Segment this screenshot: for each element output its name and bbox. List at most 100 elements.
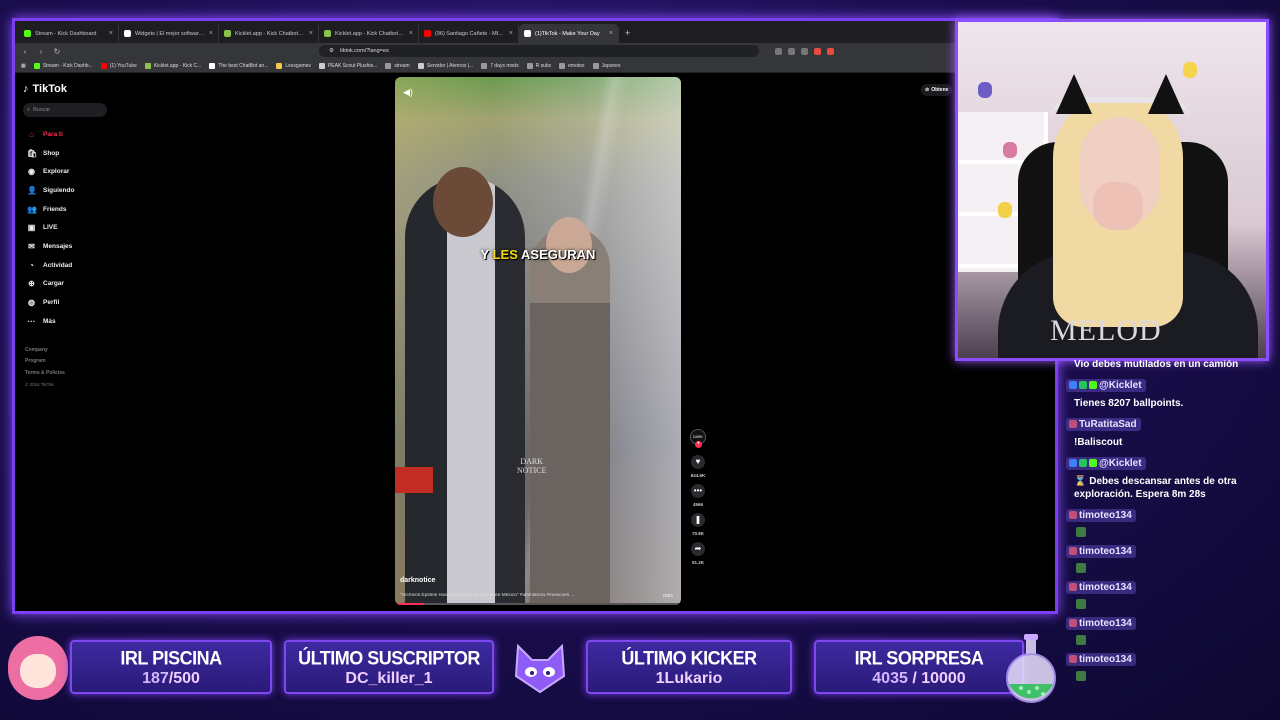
footer-link[interactable]: Company xyxy=(25,345,119,357)
last-kicker-widget: ÚLTIMO KICKER 1Lukario xyxy=(586,640,792,694)
nav-item-shop[interactable]: 🛍 Shop xyxy=(23,144,119,163)
bookmark-item[interactable]: Kicklet.app - Kick C... xyxy=(144,62,201,69)
footer-link[interactable]: Program xyxy=(25,356,119,368)
chat-user[interactable]: TuRatitaSad xyxy=(1066,417,1141,431)
bookmark-item[interactable]: Servidor | Aternos |... xyxy=(417,62,474,69)
extension-icon[interactable] xyxy=(814,47,821,55)
comment-icon[interactable]: ••• xyxy=(691,484,705,498)
browser-tab[interactable]: Stream - Kick Dashboard × xyxy=(19,24,119,43)
chat-emote-icon xyxy=(1076,563,1086,573)
bookmark-label: Servidor | Aternos |... xyxy=(426,62,474,69)
extension-icon[interactable] xyxy=(788,47,795,55)
heart-action[interactable]: ♥ 644.6K xyxy=(687,455,709,478)
bookmark-favicon-icon xyxy=(592,62,599,69)
close-tab-icon[interactable]: × xyxy=(509,30,513,37)
url-field[interactable]: ⚙ tiktok.com/?lang=es xyxy=(319,45,759,57)
site-info-icon[interactable]: ⚙ xyxy=(329,48,334,54)
bookmark-action[interactable]: ❚ 70.8K xyxy=(687,513,709,536)
nav-label: Actividad xyxy=(43,261,73,269)
footer-link[interactable]: Terms & Policies xyxy=(25,368,119,380)
chat-badge-icon xyxy=(1069,619,1077,627)
chat-message: timoteo134 xyxy=(1066,578,1276,609)
bookmark-item[interactable]: stream xyxy=(385,62,410,69)
bookmark-item[interactable]: (1) YouTube xyxy=(100,62,137,69)
close-tab-icon[interactable]: × xyxy=(609,30,613,37)
chat-username: timoteo134 xyxy=(1079,617,1132,629)
browser-tab[interactable]: (96) Santiago Cañete - MIX CUMBIE × xyxy=(419,24,519,43)
browser-tab[interactable]: Kicklet.app - Kick Chatbot and Overl × xyxy=(219,24,319,43)
chat-badge-icon xyxy=(1069,381,1077,389)
browser-tab[interactable]: Widgets | El mejor software para ge × xyxy=(119,24,219,43)
bookmark-item[interactable]: R subs xyxy=(526,62,551,69)
nav-item-live[interactable]: ▣ LIVE xyxy=(23,218,119,237)
tiktok-nav: ⌂ Para ti 🛍 Shop ◉ Explorar 👤 Siguiendo 👥 Friends… xyxy=(23,125,119,331)
close-tab-icon[interactable]: × xyxy=(409,30,413,37)
tiktok-logo[interactable]: ♪ TikTok xyxy=(23,83,119,95)
close-tab-icon[interactable]: × xyxy=(109,30,113,37)
reload-icon[interactable]: ↻ xyxy=(53,47,61,56)
chat-text: !Baliscout xyxy=(1074,437,1123,448)
nav-item-cargar[interactable]: ⊕ Cargar xyxy=(23,275,119,294)
chat-message: timoteo134 xyxy=(1066,614,1276,645)
bookmark-item[interactable]: Stream - Kick Dashb... xyxy=(33,62,93,69)
browser-tab[interactable]: (1)TikTok - Make Your Day × xyxy=(519,24,619,43)
bookmark-item[interactable]: emotes xyxy=(559,62,585,69)
irl-surprise-goal-widget: IRL SORPRESA 4035 / 10000 xyxy=(814,640,1024,694)
mascot-avatar xyxy=(6,632,70,702)
apps-icon[interactable]: ▦ xyxy=(21,63,26,69)
extension-icon[interactable] xyxy=(775,47,782,55)
creator-avatar[interactable]: DARK + xyxy=(690,429,706,448)
heart-icon[interactable]: ♥ xyxy=(691,455,705,469)
bookmark-item[interactable]: The best ChatBot an... xyxy=(209,62,268,69)
nav-item-siguiendo[interactable]: 👤 Siguiendo xyxy=(23,181,119,200)
nav-label: Shop xyxy=(43,149,60,157)
comment-action[interactable]: ••• 4566 xyxy=(687,484,709,507)
nav-item-actividad[interactable]: ◔ Actividad xyxy=(23,256,119,275)
volume-icon[interactable]: ◀) xyxy=(403,87,413,98)
nav-item-perfil[interactable]: ◍ Perfil xyxy=(23,293,119,312)
bookmark-item[interactable]: 7 days mods xyxy=(481,62,519,69)
action-count: 51.2K xyxy=(691,560,704,565)
extension-icon[interactable] xyxy=(827,47,834,55)
home-icon: ⌂ xyxy=(29,129,34,139)
nav-label: Siguiendo xyxy=(43,186,75,194)
search-input[interactable]: ⌕ Buscar xyxy=(23,103,107,117)
bookmark-item[interactable]: Japones xyxy=(592,62,620,69)
close-tab-icon[interactable]: × xyxy=(209,30,213,37)
get-app-button[interactable]: ⊘ Obtene xyxy=(921,84,953,96)
share-icon[interactable]: ➦ xyxy=(691,542,705,556)
video-progress-bar[interactable] xyxy=(395,603,681,605)
chat-user[interactable]: timoteo134 xyxy=(1066,616,1136,630)
action-count: 70.8K xyxy=(691,531,704,536)
video-author[interactable]: darknotice xyxy=(400,577,435,584)
back-icon[interactable]: ‹ xyxy=(21,47,29,56)
video-player[interactable]: ◀) Y LES ASEGURAN DARK NOTICE darknotice… xyxy=(395,77,681,605)
bookmark-label: PEAK Scout Plushie... xyxy=(327,62,378,69)
chat-user[interactable]: timoteo134 xyxy=(1066,544,1136,558)
bookmark-item[interactable]: Lessgames xyxy=(276,62,311,69)
action-count: 644.6K xyxy=(690,473,706,478)
nav-item-friends[interactable]: 👥 Friends xyxy=(23,200,119,219)
nav-item-para-ti[interactable]: ⌂ Para ti xyxy=(23,125,119,144)
chat-user[interactable]: @Kicklet xyxy=(1066,378,1146,392)
bookmark-icon[interactable]: ❚ xyxy=(691,513,705,527)
share-action[interactable]: ➦ 51.2K xyxy=(687,542,709,565)
bookmark-item[interactable]: PEAK Scout Plushie... xyxy=(318,62,378,69)
chat-user[interactable]: @Kicklet xyxy=(1066,456,1146,470)
forward-icon[interactable]: › xyxy=(37,47,45,56)
bookmark-favicon-icon xyxy=(276,62,283,69)
nav-item-explorar[interactable]: ◉ Explorar xyxy=(23,162,119,181)
follow-plus-icon[interactable]: + xyxy=(695,441,702,448)
extension-icon[interactable] xyxy=(801,47,808,55)
close-tab-icon[interactable]: × xyxy=(309,30,313,37)
bookmark-favicon-icon xyxy=(385,62,392,69)
video-person xyxy=(530,217,610,605)
new-tab-button[interactable]: + xyxy=(619,24,636,43)
chat-user[interactable]: timoteo134 xyxy=(1066,508,1136,522)
chat-user[interactable]: timoteo134 xyxy=(1066,580,1136,594)
chat-user[interactable]: timoteo134 xyxy=(1066,652,1136,666)
browser-tab[interactable]: Kicklet.app - Kick Chatbot and Overl × xyxy=(319,24,419,43)
more-link[interactable]: más xyxy=(663,593,673,599)
nav-item-mensajes[interactable]: ✉ Mensajes xyxy=(23,237,119,256)
nav-item-más[interactable]: ··· Más xyxy=(23,312,119,331)
